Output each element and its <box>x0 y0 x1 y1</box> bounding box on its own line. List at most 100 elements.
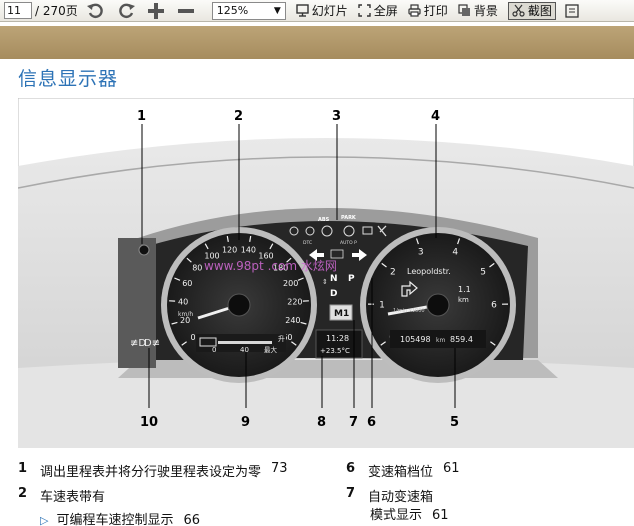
callout-8: 8 <box>317 415 326 430</box>
instrument-cluster-figure: 020406080100120140160180200220240260 km/… <box>17 97 634 449</box>
speed-tick-80: 80 <box>192 263 202 272</box>
legend-item-1: 1 调出里程表并将分行驶里程表设定为零 73 <box>18 461 288 480</box>
watermark: www.98pt .com 水炫网 <box>204 258 337 273</box>
speed-tick-220: 220 <box>287 297 302 306</box>
gear-shift-arrows: ⇕ <box>322 278 328 286</box>
legend-text: 自动变速箱 <box>368 490 434 505</box>
legend-sub-text: 可编程车速控制显示 <box>56 513 174 526</box>
legend-item-6: 6 变速箱档位 61 <box>346 461 460 480</box>
tacho-tick-4: 4 <box>452 248 458 258</box>
screenshot-label: 截图 <box>527 4 552 18</box>
legend-page: 73 <box>271 461 288 476</box>
speed-tick-60: 60 <box>182 279 192 288</box>
redo-icon[interactable] <box>114 1 138 21</box>
nav-distance: 1.1 <box>458 285 471 294</box>
chevron-down-icon: ▼ <box>273 5 281 16</box>
abs-label: ABS <box>318 217 330 223</box>
odometer-unit: km <box>436 337 445 344</box>
tacho-tick-3: 3 <box>418 248 424 258</box>
slideshow-icon <box>296 4 309 17</box>
speed-tick-40: 40 <box>178 297 188 306</box>
slideshow-button[interactable]: 幻灯片 <box>296 2 348 19</box>
tacho-unit: 1/min x1000 <box>393 308 425 314</box>
speed-tick-140: 140 <box>241 246 256 255</box>
speed-tick-200: 200 <box>283 279 298 288</box>
legend-num: 2 <box>18 486 28 501</box>
scissors-icon <box>512 4 525 17</box>
fullscreen-button[interactable]: 全屏 <box>358 2 398 19</box>
speed-tick-0: 0 <box>191 333 196 342</box>
triangle-bullet-icon: ▷ <box>40 514 49 526</box>
legend-sub-7: 模式显示 61 <box>370 504 449 523</box>
fuel-full-label: 最大 <box>264 345 278 354</box>
legend-text: 车速表带有 <box>40 490 106 505</box>
nav-unit: km <box>458 296 469 304</box>
tacho-tick-5: 5 <box>480 268 486 278</box>
viewer-toolbar: 11 / 270页 125% ▼ 幻灯片 全屏 打印 背景 截图 <box>0 0 634 22</box>
legend-num: 6 <box>346 461 356 476</box>
legend-page: 61 <box>443 461 460 476</box>
gear-p: P <box>348 274 355 284</box>
background-button[interactable]: 背景 <box>458 2 498 19</box>
header-band <box>0 26 634 59</box>
legend-text: 调出里程表并将分行驶里程表设定为零 <box>40 465 262 480</box>
nav-street: Leopoldstr. <box>407 267 451 276</box>
undo-icon[interactable] <box>84 1 108 21</box>
fullscreen-label: 全屏 <box>373 4 398 18</box>
callout-10: 10 <box>140 415 158 430</box>
background-icon <box>458 4 470 16</box>
slideshow-label: 幻灯片 <box>311 4 348 18</box>
speed-tick-120: 120 <box>222 246 237 255</box>
callout-2: 2 <box>234 109 243 124</box>
legend-sub-page: 66 <box>183 513 201 526</box>
printer-icon <box>408 4 421 17</box>
dtc-label: DTC <box>303 240 312 246</box>
legend-sub-2: ▷ 可编程车速控制显示 66 <box>40 509 200 526</box>
instrument-cluster-illustration: 020406080100120140160180200220240260 km/… <box>17 97 634 449</box>
page-number-input[interactable]: 11 <box>4 2 32 19</box>
fullscreen-icon <box>358 4 371 17</box>
tacho-tick-6: 6 <box>491 300 497 310</box>
legend-sub-page: 61 <box>432 508 449 523</box>
odometer-value: 105498 <box>400 335 431 344</box>
fuel-gauge-bar <box>218 341 272 344</box>
callout-1: 1 <box>137 109 146 124</box>
print-label: 打印 <box>423 4 448 18</box>
gear-n: N <box>330 274 338 284</box>
legend-text: 变速箱档位 <box>368 465 434 480</box>
temperature: +23.5°C <box>320 347 350 355</box>
tacho-tick-1: 1 <box>379 300 385 310</box>
tachometer: 01234567 Leopoldstr. 1.1 km 1/min x1000 … <box>360 227 516 383</box>
tacho-tick-2: 2 <box>390 268 396 278</box>
screenshot-button[interactable]: 截图 <box>507 1 556 20</box>
speed-unit: km/h <box>178 311 193 318</box>
section-title: 信息显示器 <box>18 68 119 90</box>
bookmark-icon[interactable] <box>560 1 584 21</box>
zoom-select[interactable]: 125% ▼ <box>211 1 286 20</box>
callout-3: 3 <box>332 109 341 124</box>
page-total: / 270页 <box>35 4 78 18</box>
fuel-scale-0: 0 <box>212 346 216 354</box>
auto-p-label: AUTO P <box>340 240 357 246</box>
zoom-out-icon[interactable] <box>174 1 198 21</box>
fuel-scale-40: 40 <box>240 346 249 354</box>
background-label: 背景 <box>473 4 498 18</box>
zoom-in-icon[interactable] <box>144 1 168 21</box>
callout-6: 6 <box>367 415 376 430</box>
legend-num: 7 <box>346 486 356 501</box>
gear-d: D <box>330 289 337 299</box>
print-button[interactable]: 打印 <box>408 2 448 19</box>
gear-mode: M1 <box>334 309 349 319</box>
fuel-unit: 升 <box>278 334 285 343</box>
speedometer: 020406080100120140160180200220240260 km/… <box>161 227 317 383</box>
legend-item-2: 2 车速表带有 <box>18 486 105 505</box>
clock: 11:28 <box>326 334 349 343</box>
zoom-value: 125% <box>216 4 249 17</box>
callout-5: 5 <box>450 415 459 430</box>
legend-sub-text: 模式显示 <box>370 508 423 523</box>
callout-9: 9 <box>241 415 250 430</box>
callout-4: 4 <box>431 109 440 124</box>
fog-light-rear-icon: D≢ <box>144 338 160 349</box>
legend-num: 1 <box>18 461 28 476</box>
speed-tick-240: 240 <box>285 316 300 325</box>
